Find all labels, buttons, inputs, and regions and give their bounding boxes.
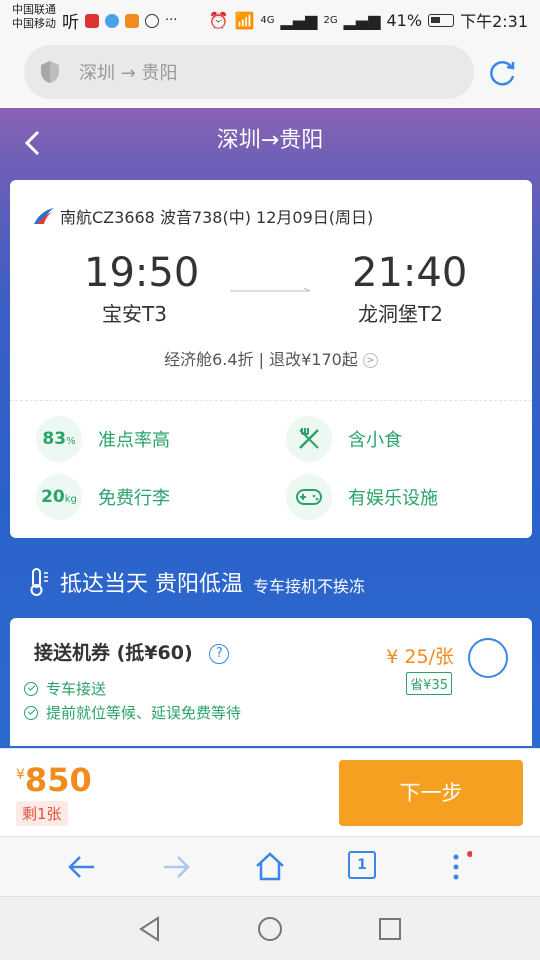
nav-recent-icon[interactable] — [376, 915, 404, 943]
arrival-time: 21:40 — [352, 250, 468, 296]
forward-icon[interactable] — [160, 851, 192, 883]
signal-icon: ▂▄▆ — [280, 10, 318, 30]
transfer-feature-1-text: 专车接送 — [46, 680, 107, 698]
cabin-discount: 经济舱6.4折 — [164, 350, 254, 369]
feature-meal: 含小食 — [286, 416, 402, 462]
status-bar: 中国联通 中国移动 听 ··· ⏰ 📶 4G ▂▄▆ 2G ▂▄▆ 41% 下午… — [0, 0, 540, 36]
feature-entertainment: 有娱乐设施 — [286, 474, 438, 520]
gamepad-icon — [296, 489, 322, 505]
transfer-title: 接送机券 (抵¥60) ? — [34, 638, 230, 665]
home-icon[interactable] — [254, 851, 286, 883]
flight-arrow-icon — [230, 288, 311, 292]
flight-card: 南航CZ3668 波音738(中) 12月09日(周日) 19:50 21:40… — [10, 180, 532, 538]
nav-back-icon[interactable] — [136, 915, 164, 943]
transfer-feature-2-text: 提前就位等候、延误免费等待 — [46, 704, 242, 722]
entertainment-label: 有娱乐设施 — [348, 488, 438, 509]
ontime-label: 准点率高 — [98, 430, 170, 451]
ontime-unit: % — [66, 435, 76, 447]
huawei-icon — [85, 13, 99, 28]
meal-badge — [286, 416, 332, 462]
page-title: 深圳→贵阳 — [216, 128, 324, 153]
system-icons: ⏰ 📶 4G ▂▄▆ 2G ▂▄▆ 41% 下午2:31 — [209, 8, 528, 32]
signal-2g-label: 2G — [323, 14, 338, 26]
meal-label: 含小食 — [348, 430, 402, 451]
promo-title: 抵达当天 贵阳低温 — [60, 572, 243, 597]
help-icon[interactable]: ? — [209, 643, 230, 664]
payment-bar: ¥850 剩1张 下一步 — [0, 748, 540, 836]
carrier-2: 中国移动 — [12, 17, 56, 30]
select-checkbox[interactable] — [468, 638, 508, 678]
listen-icon: 听 — [62, 13, 79, 33]
ontime-value: 83 — [42, 429, 67, 449]
signal-4g-label: 4G — [260, 14, 275, 26]
price-amount: 850 — [24, 761, 92, 799]
divider — [10, 400, 532, 401]
transfer-price: ¥ 25/张 — [386, 646, 454, 668]
info-arrow-icon[interactable]: > — [362, 353, 378, 368]
notification-icons: 听 ··· — [62, 8, 177, 33]
tabs-button[interactable]: 1 — [348, 851, 380, 883]
clock: 下午2:31 — [460, 12, 528, 31]
fare-row[interactable]: 经济舱6.4折 | 退改¥170起 > — [10, 346, 532, 370]
weather-promo: 抵达当天 贵阳低温 专车接机不挨冻 — [28, 566, 365, 598]
china-southern-logo-icon — [34, 208, 54, 224]
more-notifications-icon: ··· — [165, 13, 178, 28]
departure-airport: 宝安T3 — [102, 302, 167, 326]
airline-row: 南航CZ3668 波音738(中) 12月09日(周日) — [32, 204, 373, 228]
separator: | — [258, 350, 264, 369]
thermometer-icon — [30, 568, 48, 596]
baggage-label: 免费行李 — [98, 488, 170, 509]
battery-icon — [428, 13, 455, 27]
promo-subtitle: 专车接机不挨冻 — [253, 577, 366, 596]
address-field[interactable]: 深圳 → 贵阳 — [24, 45, 474, 99]
battery-percent: 41% — [386, 10, 423, 30]
signal-2-icon: ▂▄▆ — [343, 10, 381, 30]
fork-knife-icon — [299, 428, 319, 449]
transfer-title-text: 接送机券 (抵¥60) — [34, 642, 193, 664]
check-icon — [24, 681, 38, 696]
change-fee: 退改¥170起 — [269, 350, 358, 369]
carrier-1: 中国联通 — [12, 3, 56, 16]
baggage-unit: kg — [64, 493, 77, 505]
nav-home-icon[interactable] — [256, 915, 284, 943]
browser-toolbar: 1 — [0, 836, 540, 896]
transfer-save-badge: 省¥35 — [406, 672, 452, 695]
baggage-value: 20 — [41, 487, 65, 507]
system-navigation-bar — [0, 896, 540, 960]
wifi-icon: 📶 — [234, 10, 255, 30]
transfer-feature-2: 提前就位等候、延误免费等待 — [24, 702, 241, 723]
camera-icon — [145, 13, 159, 28]
check-icon — [24, 705, 38, 720]
currency-symbol: ¥ — [16, 767, 25, 783]
browser-address-bar: 深圳 → 贵阳 — [0, 36, 540, 108]
browser-icon — [105, 13, 119, 28]
tab-count: 1 — [348, 851, 376, 879]
entertainment-badge — [286, 474, 332, 520]
back-icon[interactable] — [66, 851, 98, 883]
game-icon — [125, 13, 139, 28]
carriers: 中国联通 中国移动 — [12, 3, 56, 31]
baggage-badge: 20 kg — [36, 474, 82, 520]
total-price: ¥850 — [16, 761, 92, 799]
remaining-seats-badge: 剩1张 — [16, 801, 68, 826]
address-text: 深圳 → 贵阳 — [79, 63, 178, 84]
flight-info: 南航CZ3668 波音738(中) 12月09日(周日) — [60, 208, 374, 227]
departure-time: 19:50 — [84, 250, 200, 296]
feature-ontime: 83% 准点率高 — [36, 416, 170, 462]
transfer-feature-1: 专车接送 — [24, 678, 106, 699]
shield-icon — [41, 61, 59, 83]
feature-baggage: 20 kg 免费行李 — [36, 474, 170, 520]
menu-icon[interactable] — [440, 851, 472, 883]
next-step-button[interactable]: 下一步 — [339, 760, 523, 826]
arrival-airport: 龙洞堡T2 — [358, 302, 443, 326]
ontime-badge: 83% — [36, 416, 82, 462]
alarm-icon: ⏰ — [208, 10, 229, 30]
reload-icon[interactable] — [488, 58, 518, 88]
